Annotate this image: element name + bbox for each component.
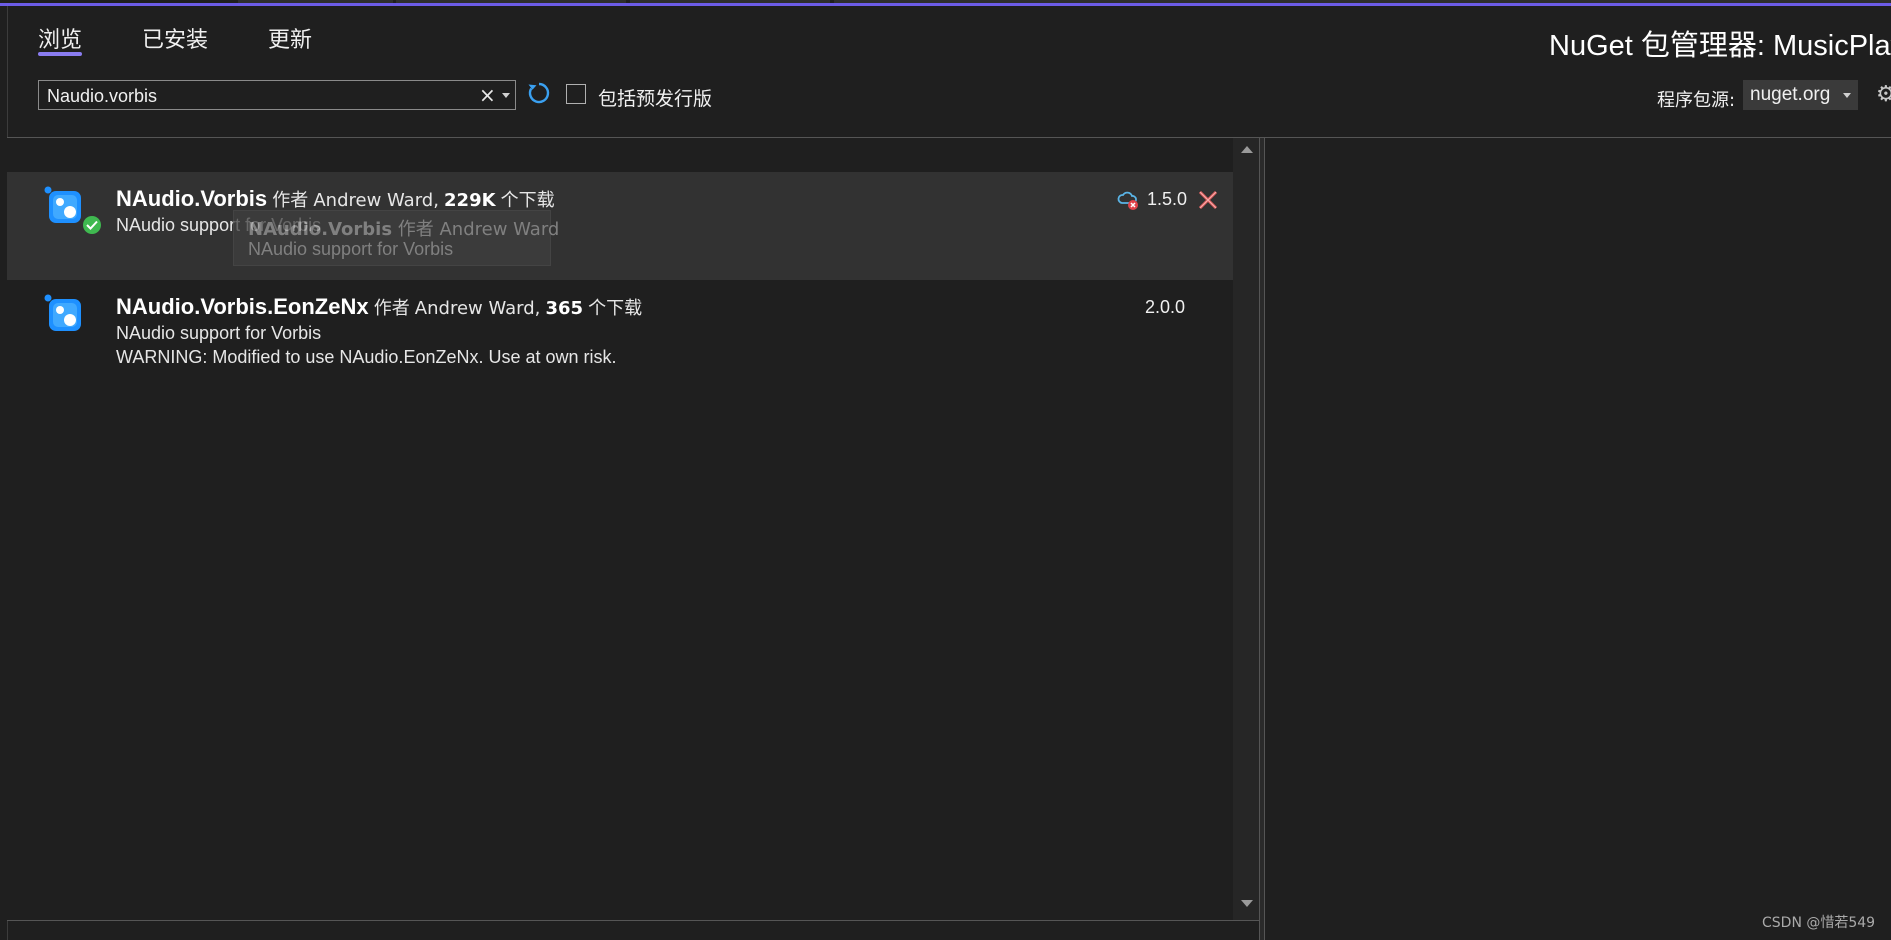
scroll-up-icon[interactable] <box>1241 146 1253 153</box>
active-tab-underline <box>38 52 82 56</box>
tooltip-author: 作者 Andrew Ward <box>397 219 560 240</box>
uninstall-icon[interactable] <box>1196 188 1220 212</box>
search-input[interactable] <box>45 83 449 109</box>
refresh-icon[interactable] <box>526 80 552 106</box>
package-author: Andrew Ward, <box>414 298 541 319</box>
list-bottom-divider <box>7 920 1259 921</box>
package-author-prefix: 作者 <box>373 298 410 319</box>
package-title-line: NAudio.Vorbis 作者 Andrew Ward, 229K 个下载 <box>116 186 555 212</box>
include-prerelease-checkbox[interactable] <box>566 84 586 104</box>
include-prerelease-label: 包括预发行版 <box>598 88 713 110</box>
watermark: CSDN @惜若549 <box>1762 915 1876 931</box>
tooltip-description: NAudio support for Vorbis <box>248 239 454 259</box>
search-box[interactable]: × <box>38 80 516 110</box>
installed-check-icon <box>83 216 101 234</box>
package-downloads-suffix: 个下载 <box>500 190 555 211</box>
package-downloads-suffix: 个下载 <box>588 298 643 319</box>
tab-browse[interactable]: 浏览 <box>38 22 82 54</box>
details-pane <box>1265 138 1891 940</box>
scroll-down-icon[interactable] <box>1241 900 1253 907</box>
package-version: 1.5.0 <box>1147 189 1188 209</box>
tab-updates[interactable]: 更新 <box>268 22 312 54</box>
package-source-value: nuget.org <box>1750 84 1831 105</box>
package-name: NAudio.Vorbis <box>116 186 268 211</box>
package-downloads: 229K <box>444 190 496 211</box>
package-source-label: 程序包源: <box>1657 90 1736 111</box>
package-title-line: NAudio.Vorbis.EonZeNx 作者 Andrew Ward, 36… <box>116 294 642 320</box>
package-author: Andrew Ward, <box>313 190 439 211</box>
package-source-select[interactable]: nuget.org <box>1743 80 1858 110</box>
tooltip-name: NAudio.Vorbis <box>248 219 393 240</box>
window-top-strip <box>0 0 1891 6</box>
chevron-down-icon <box>1843 93 1851 98</box>
gear-icon[interactable]: ⚙ <box>1876 82 1891 107</box>
cloud-error-icon <box>1117 191 1138 210</box>
clear-search-button[interactable]: × <box>479 83 496 107</box>
tab-installed[interactable]: 已安装 <box>142 22 208 54</box>
package-tooltip: NAudio.Vorbis 作者 Andrew Ward NAudio supp… <box>233 210 559 266</box>
pane-splitter[interactable] <box>1259 138 1265 940</box>
active-accent-bar <box>0 3 1891 6</box>
package-description: NAudio support for Vorbis <box>116 323 322 343</box>
package-author-prefix: 作者 <box>272 190 309 211</box>
package-warning: WARNING: Modified to use NAudio.EonZeNx.… <box>116 347 617 367</box>
search-history-dropdown-icon[interactable] <box>502 93 510 98</box>
page-title: NuGet 包管理器: MusicPlay <box>1549 30 1891 62</box>
package-icon <box>44 294 81 331</box>
list-scrollbar[interactable] <box>1233 138 1259 920</box>
package-downloads: 365 <box>545 298 584 319</box>
package-version: 2.0.0 <box>1145 297 1186 317</box>
package-name: NAudio.Vorbis.EonZeNx <box>116 294 369 319</box>
